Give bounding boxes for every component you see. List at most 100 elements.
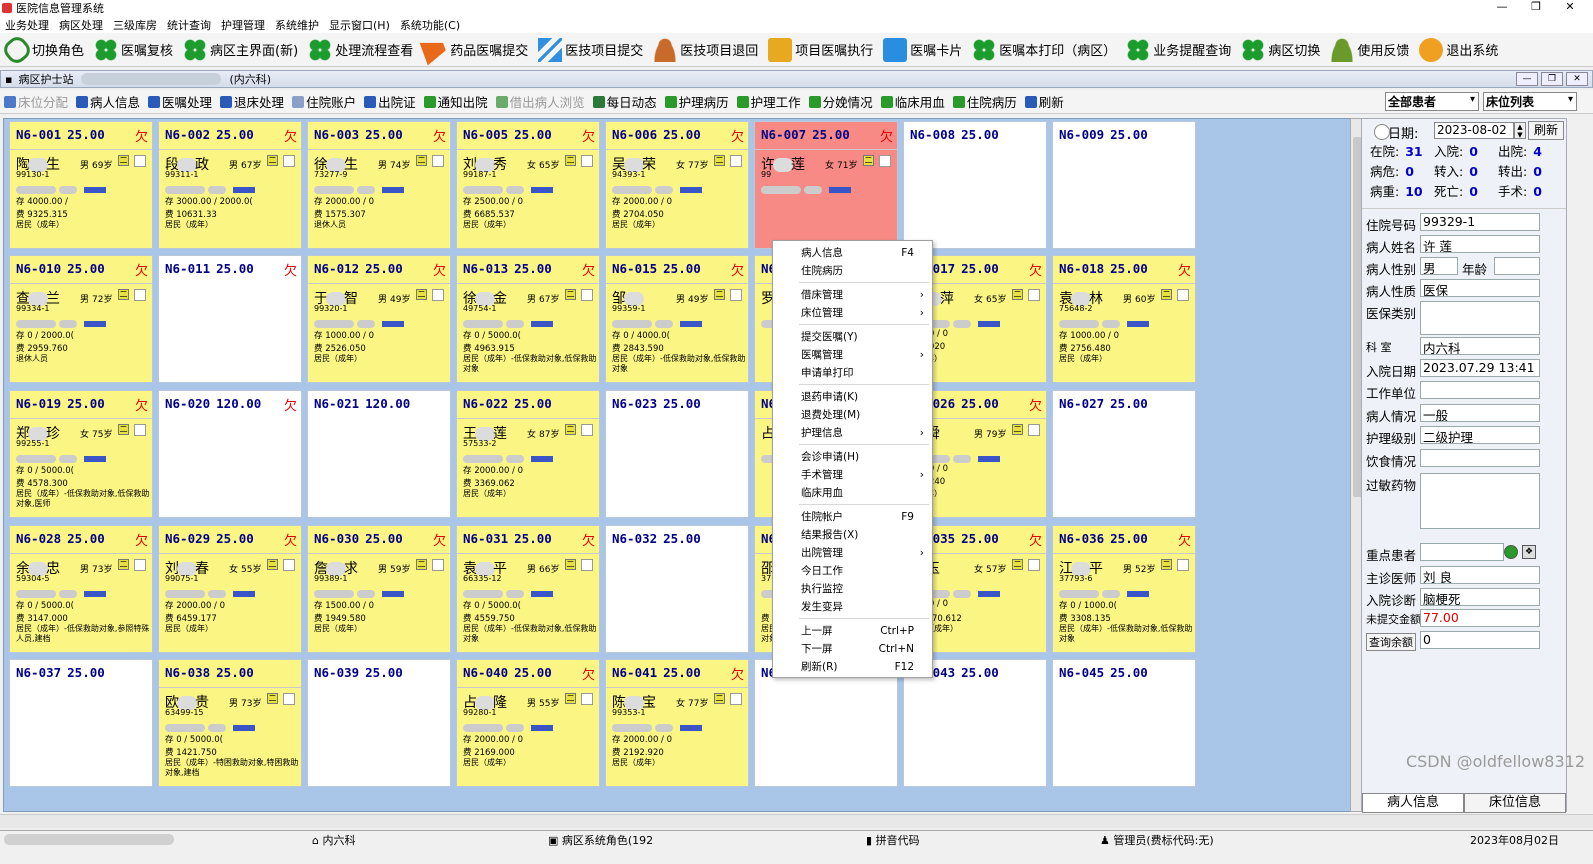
bed-card[interactable]: N6-04325.00 [903, 659, 1047, 787]
bed-card[interactable]: N6-028 25.00 欠余忠男 73岁二 59304-5 存 0 / 5000.0(费… [9, 525, 153, 653]
menu-item[interactable]: 住院病历 [773, 262, 932, 280]
menu-nursing[interactable]: 护理管理 [216, 17, 270, 33]
bed-card[interactable]: N6-037 25.00 [9, 659, 153, 787]
minimize-button[interactable]: — [1485, 0, 1519, 13]
bed-checkbox[interactable] [432, 559, 444, 571]
bed-card[interactable]: N6-032 25.00 [605, 525, 749, 653]
menu-item[interactable]: 床位管理 › [773, 304, 932, 322]
bed-checkbox[interactable] [581, 289, 593, 301]
bed-checkbox[interactable] [730, 155, 742, 167]
bed-checkbox[interactable] [581, 559, 593, 571]
ward-tool-13[interactable]: 住院病历 [949, 92, 1021, 111]
bed-checkbox[interactable] [730, 693, 742, 705]
bed-card[interactable]: N6-003 25.00 欠徐生男 74岁二 73277-9 存 2000.00 / 0费… [307, 121, 451, 249]
menu-item[interactable]: 上一屏 Ctrl+P [773, 622, 932, 640]
summary-refresh-button[interactable]: 刷新 [1528, 121, 1564, 140]
menu-item[interactable]: 护理信息 › [773, 424, 932, 442]
bed-card[interactable]: N6-022 25.00 王莲女 87岁二 57533-2 存 2000.00 / 0费 … [456, 390, 600, 518]
ward-tool-3[interactable]: 退床处理 [216, 92, 288, 111]
ward-tool-0[interactable]: 床位分配 [0, 92, 72, 111]
toolbar-button-3[interactable]: 处理流程查看 [303, 35, 418, 65]
bed-checkbox[interactable] [283, 693, 295, 705]
ward-tool-1[interactable]: 病人信息 [72, 92, 144, 111]
bed-card[interactable]: N6-038 25.00 欧贵男 73岁二 63499-15 存 0 / 5000.0(费… [158, 659, 302, 787]
toolbar-button-8[interactable]: 医嘱卡片 [878, 35, 967, 65]
bed-checkbox[interactable] [432, 289, 444, 301]
menu-storage[interactable]: 三级库房 [108, 17, 162, 33]
ward-tool-2[interactable]: 医嘱处理 [144, 92, 216, 111]
bed-card[interactable]: N6-002 25.00 欠段政男 67岁二 99311-1 存 3000.00 / 20… [158, 121, 302, 249]
menu-stats[interactable]: 统计查询 [162, 17, 216, 33]
close-button[interactable]: ✕ [1553, 0, 1587, 13]
bed-checkbox[interactable] [134, 559, 146, 571]
menu-item[interactable]: 今日工作 [773, 562, 932, 580]
tab-patient-info[interactable]: 病人信息 [1362, 793, 1464, 813]
bed-card[interactable]: N6-045 25.00 [1052, 659, 1196, 787]
bed-card[interactable]: N6-005 25.00 欠刘秀女 65岁二 99187-1 存 2500.00 / 0费… [456, 121, 600, 249]
menu-item[interactable]: 会诊申请(H) [773, 448, 932, 466]
field-value[interactable] [1420, 381, 1540, 399]
field-value[interactable]: 99329-1 [1420, 213, 1540, 231]
menu-item[interactable]: 临床用血 [773, 484, 932, 502]
ward-tool-11[interactable]: 分娩情况 [805, 92, 877, 111]
field-value[interactable]: 一般 [1420, 404, 1540, 422]
bed-checkbox[interactable] [581, 693, 593, 705]
toolbar-button-5[interactable]: 医技项目提交 [533, 35, 648, 65]
bed-checkbox[interactable] [283, 559, 295, 571]
horizontal-scrollbar[interactable] [0, 814, 1593, 828]
bed-checkbox[interactable] [1177, 289, 1189, 301]
important-settings-icon[interactable]: ❖ [1522, 545, 1536, 559]
bed-checkbox[interactable] [134, 155, 146, 167]
bed-checkbox[interactable] [134, 424, 146, 436]
menu-item[interactable]: 结果报告(X) [773, 526, 932, 544]
bed-card[interactable]: N6-021 120.00 [307, 390, 451, 518]
menu-item[interactable]: 借床管理 › [773, 286, 932, 304]
field-value[interactable] [1420, 473, 1540, 529]
ward-tool-6[interactable]: 通知出院 [420, 92, 492, 111]
menu-item[interactable]: 退药申请(K) [773, 388, 932, 406]
view-mode-select[interactable]: 床位列表 [1483, 92, 1577, 111]
menu-item[interactable]: 申请单打印 [773, 364, 932, 382]
menu-item[interactable]: 病人信息 F4 [773, 244, 932, 262]
ward-tool-10[interactable]: 护理工作 [733, 92, 805, 111]
bed-checkbox[interactable] [879, 155, 891, 167]
bed-checkbox[interactable] [1177, 559, 1189, 571]
patient-filter-select[interactable]: 全部患者 [1385, 92, 1479, 111]
ward-tool-5[interactable]: 出院证 [360, 92, 420, 111]
bed-card[interactable]: N6-012 25.00 欠于智男 49岁二 99320-1 存 1000.00 / 0费… [307, 255, 451, 383]
important-green-icon[interactable] [1504, 545, 1518, 559]
toolbar-button-4[interactable]: 药品医嘱提交 [418, 34, 533, 65]
bed-card[interactable]: N6-019 25.00 欠郑珍女 75岁二 99255-1 存 0 / 5000.0(费… [9, 390, 153, 518]
field-value[interactable] [1420, 543, 1504, 561]
menu-item[interactable]: 手术管理 › [773, 466, 932, 484]
bed-checkbox[interactable] [1028, 424, 1040, 436]
bed-card[interactable]: N6-04225.00 [754, 659, 898, 787]
bed-card[interactable]: N6-013 25.00 欠徐金男 67岁二 49754-1 存 0 / 5000.0(费… [456, 255, 600, 383]
ward-tool-8[interactable]: 每日动态 [589, 92, 661, 111]
bed-card[interactable]: N6-041 25.00 欠陈宝女 77岁二 99353-1 存 2000.00 / 0费… [605, 659, 749, 787]
field-value[interactable]: 0 [1420, 631, 1540, 649]
field-value[interactable] [1420, 301, 1540, 335]
toolbar-button-9[interactable]: 医嘱本打印（病区） [967, 35, 1121, 65]
field-value[interactable]: 内六科 [1420, 337, 1540, 355]
menu-system-func[interactable]: 系统功能(C) [395, 17, 465, 33]
menu-item[interactable]: 医嘱管理 › [773, 346, 932, 364]
bed-card[interactable]: N6-007 25.00 欠许莲女 71岁二 99 [754, 121, 898, 249]
menu-system-maint[interactable]: 系统维护 [270, 17, 324, 33]
toolbar-button-0[interactable]: 切换角色 [0, 32, 89, 67]
bed-card[interactable]: N6-039 25.00 [307, 659, 451, 787]
bed-card[interactable]: N6-001 25.00 欠陶生男 69岁二 99130-1 存 4000.00 /费 9… [9, 121, 153, 249]
toolbar-button-11[interactable]: 病区切换 [1236, 35, 1325, 65]
bed-card[interactable]: N6-008 25.00 [903, 121, 1047, 249]
restore-button[interactable]: ❐ [1519, 0, 1553, 13]
bed-checkbox[interactable] [730, 289, 742, 301]
bed-checkbox[interactable] [432, 155, 444, 167]
field-value[interactable]: 医保 [1420, 279, 1540, 297]
menu-item[interactable]: 退费处理(M) [773, 406, 932, 424]
menu-item[interactable]: 出院管理 › [773, 544, 932, 562]
bed-card[interactable]: N6-036 25.00 欠江平男 52岁二 37793-6 存 0 / 1000.0(费… [1052, 525, 1196, 653]
age-value[interactable] [1494, 257, 1540, 275]
field-label[interactable]: 查询余额 [1366, 633, 1416, 651]
field-value[interactable]: 77.00 [1420, 609, 1540, 627]
panel-minimize-button[interactable]: — [1516, 72, 1538, 86]
